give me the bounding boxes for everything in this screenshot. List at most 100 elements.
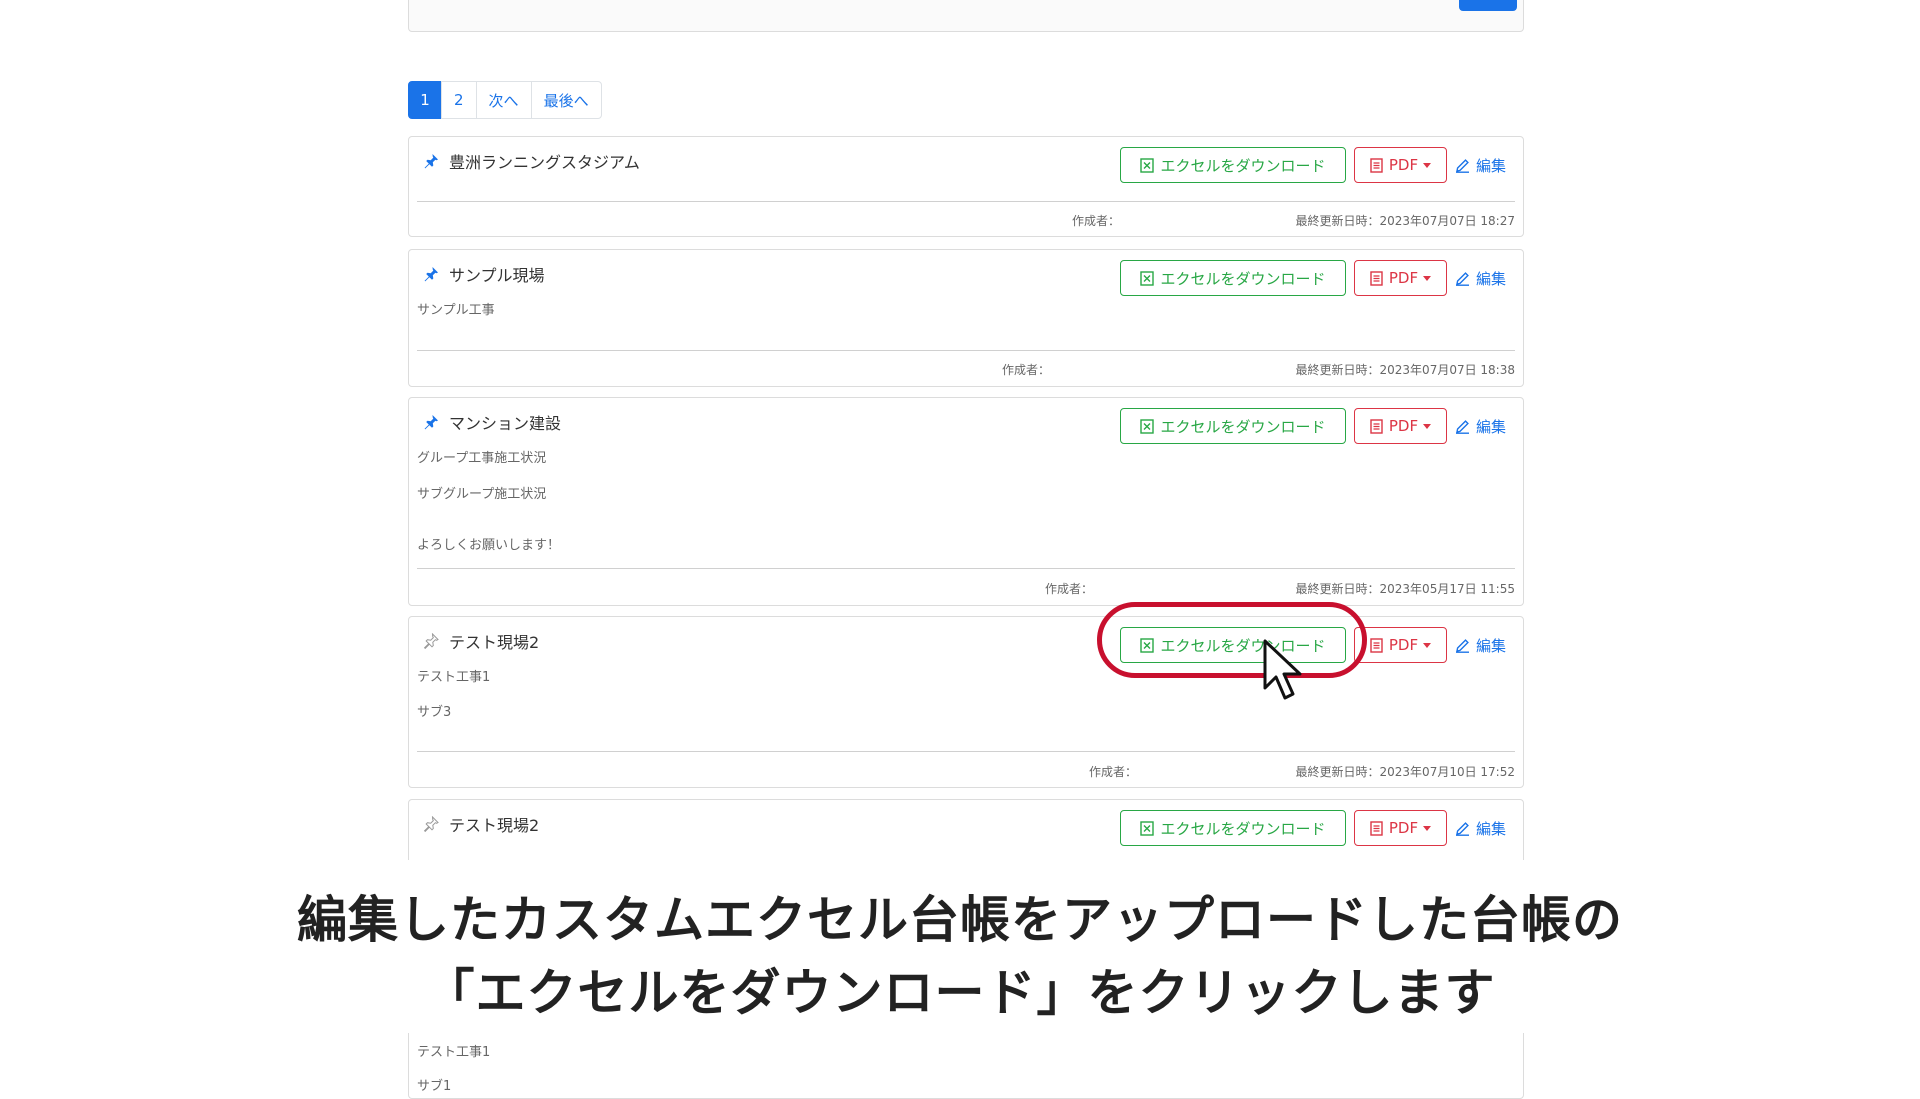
chevron-down-icon [1423, 162, 1432, 168]
search-panel [408, 0, 1524, 32]
edit-link[interactable]: 編集 [1455, 155, 1513, 176]
pdf-file-icon [1370, 418, 1383, 434]
pdf-label: PDF [1388, 417, 1419, 435]
excel-download-label: エクセルをダウンロード [1160, 156, 1326, 175]
card-description: よろしくお願いします！ [417, 538, 561, 553]
card-title-row: テスト現場2 [423, 629, 539, 653]
pencil-icon [1456, 821, 1469, 836]
search-button[interactable] [1459, 0, 1517, 11]
pencil-icon [1456, 271, 1469, 286]
author-label: 作成者： [1089, 765, 1138, 779]
excel-download-label: エクセルをダウンロード [1160, 269, 1326, 288]
pdf-dropdown-button[interactable]: PDF [1354, 408, 1447, 444]
edit-label: 編集 [1476, 269, 1507, 288]
card-description: サンプル工事 [417, 303, 495, 318]
card-title: 豊洲ランニングスタジアム [449, 153, 640, 172]
last-page-link[interactable]: 最後へ [530, 81, 602, 119]
pdf-label: PDF [1388, 156, 1419, 174]
card-description: サブ1 [417, 1079, 452, 1094]
card-actions: エクセルをダウンロード PDF 編集 [1120, 147, 1513, 183]
card-divider [417, 568, 1515, 569]
author-label: 作成者： [1072, 214, 1121, 228]
ledger-card: サンプル現場 エクセルをダウンロード PDF 編集 サンプル工事 作成者： 最終… [408, 249, 1524, 387]
next-page-link[interactable]: 次へ [475, 81, 532, 119]
page-2-link[interactable]: 2 [441, 81, 477, 119]
excel-download-button[interactable]: エクセルをダウンロード [1120, 147, 1346, 183]
mouse-cursor-icon [1263, 639, 1302, 700]
pin-outline-icon[interactable] [423, 633, 439, 649]
card-description: テスト工事1 [417, 670, 491, 685]
edit-link[interactable]: 編集 [1455, 416, 1513, 437]
pin-filled-icon[interactable] [423, 153, 439, 169]
edit-label: 編集 [1476, 819, 1507, 838]
card-title-row: マンション建設 [423, 410, 561, 434]
card-divider [417, 350, 1515, 351]
card-title-row: テスト現場2 [423, 812, 539, 836]
card-title: テスト現場2 [449, 633, 540, 652]
pdf-label: PDF [1388, 636, 1419, 654]
chevron-down-icon [1423, 825, 1432, 831]
edit-label: 編集 [1476, 156, 1507, 175]
last-updated: 最終更新日時：2023年07月07日 18:38 [1295, 363, 1515, 377]
pdf-file-icon [1370, 820, 1383, 836]
pdf-dropdown-button[interactable]: PDF [1354, 810, 1447, 846]
pdf-dropdown-button[interactable]: PDF [1354, 627, 1447, 663]
pagination: 1 2 次へ 最後へ [408, 81, 602, 119]
highlight-ring [1097, 602, 1367, 678]
excel-download-button[interactable]: エクセルをダウンロード [1120, 408, 1346, 444]
pdf-file-icon [1370, 157, 1383, 173]
excel-file-icon [1140, 157, 1155, 173]
ledger-card: 豊洲ランニングスタジアム エクセルをダウンロード PDF 編集 作成者： 最終更… [408, 136, 1524, 237]
pdf-file-icon [1370, 270, 1383, 286]
card-title: テスト現場2 [449, 816, 540, 835]
card-title-row: サンプル現場 [423, 262, 545, 286]
card-description: テスト工事1 [417, 1045, 491, 1060]
pin-filled-icon[interactable] [423, 414, 439, 430]
pencil-icon [1456, 638, 1469, 653]
excel-download-label: エクセルをダウンロード [1160, 417, 1326, 436]
edit-link[interactable]: 編集 [1455, 268, 1513, 289]
pin-filled-icon[interactable] [423, 266, 439, 282]
caption-line-1: 編集したカスタムエクセル台帳をアップロードした台帳の [297, 891, 1623, 949]
pdf-dropdown-button[interactable]: PDF [1354, 260, 1447, 296]
chevron-down-icon [1423, 275, 1432, 281]
author-label: 作成者： [1002, 363, 1051, 377]
pencil-icon [1456, 158, 1469, 173]
pdf-label: PDF [1388, 269, 1419, 287]
author-label: 作成者： [1045, 582, 1094, 596]
card-divider [417, 751, 1515, 752]
caption-band: 編集したカスタムエクセル台帳をアップロードした台帳の 「エクセルをダウンロード」… [0, 860, 1920, 1033]
last-updated: 最終更新日時：2023年07月07日 18:27 [1295, 214, 1515, 228]
pdf-dropdown-button[interactable]: PDF [1354, 147, 1447, 183]
pdf-file-icon [1370, 637, 1383, 653]
edit-link[interactable]: 編集 [1455, 818, 1513, 839]
excel-file-icon [1140, 270, 1155, 286]
excel-download-button[interactable]: エクセルをダウンロード [1120, 260, 1346, 296]
excel-file-icon [1140, 418, 1155, 434]
edit-link[interactable]: 編集 [1455, 635, 1513, 656]
card-divider [417, 201, 1515, 202]
excel-download-button[interactable]: エクセルをダウンロード [1120, 810, 1346, 846]
card-description: サブグループ施工状況 [417, 487, 547, 502]
last-updated: 最終更新日時：2023年07月10日 17:52 [1295, 765, 1515, 779]
excel-file-icon [1140, 820, 1155, 836]
ledger-card: マンション建設 エクセルをダウンロード PDF 編集 グループ工事施工状況 サブ… [408, 397, 1524, 606]
chevron-down-icon [1423, 423, 1432, 429]
edit-label: 編集 [1476, 636, 1507, 655]
last-updated: 最終更新日時：2023年05月17日 11:55 [1295, 582, 1515, 596]
card-title: マンション建設 [449, 414, 562, 433]
edit-label: 編集 [1476, 417, 1507, 436]
card-description: グループ工事施工状況 [417, 451, 547, 466]
pin-outline-icon[interactable] [423, 816, 439, 832]
pdf-label: PDF [1388, 819, 1419, 837]
excel-download-label: エクセルをダウンロード [1160, 819, 1326, 838]
card-actions: エクセルをダウンロード PDF 編集 [1120, 810, 1513, 846]
pencil-icon [1456, 419, 1469, 434]
card-title-row: 豊洲ランニングスタジアム [423, 149, 640, 173]
caption-line-2: 「エクセルをダウンロード」をクリックします [424, 964, 1496, 1022]
page-1-link[interactable]: 1 [408, 81, 442, 119]
card-actions: エクセルをダウンロード PDF 編集 [1120, 408, 1513, 444]
card-actions: エクセルをダウンロード PDF 編集 [1120, 260, 1513, 296]
card-description: サブ3 [417, 705, 452, 720]
card-title: サンプル現場 [449, 266, 545, 285]
